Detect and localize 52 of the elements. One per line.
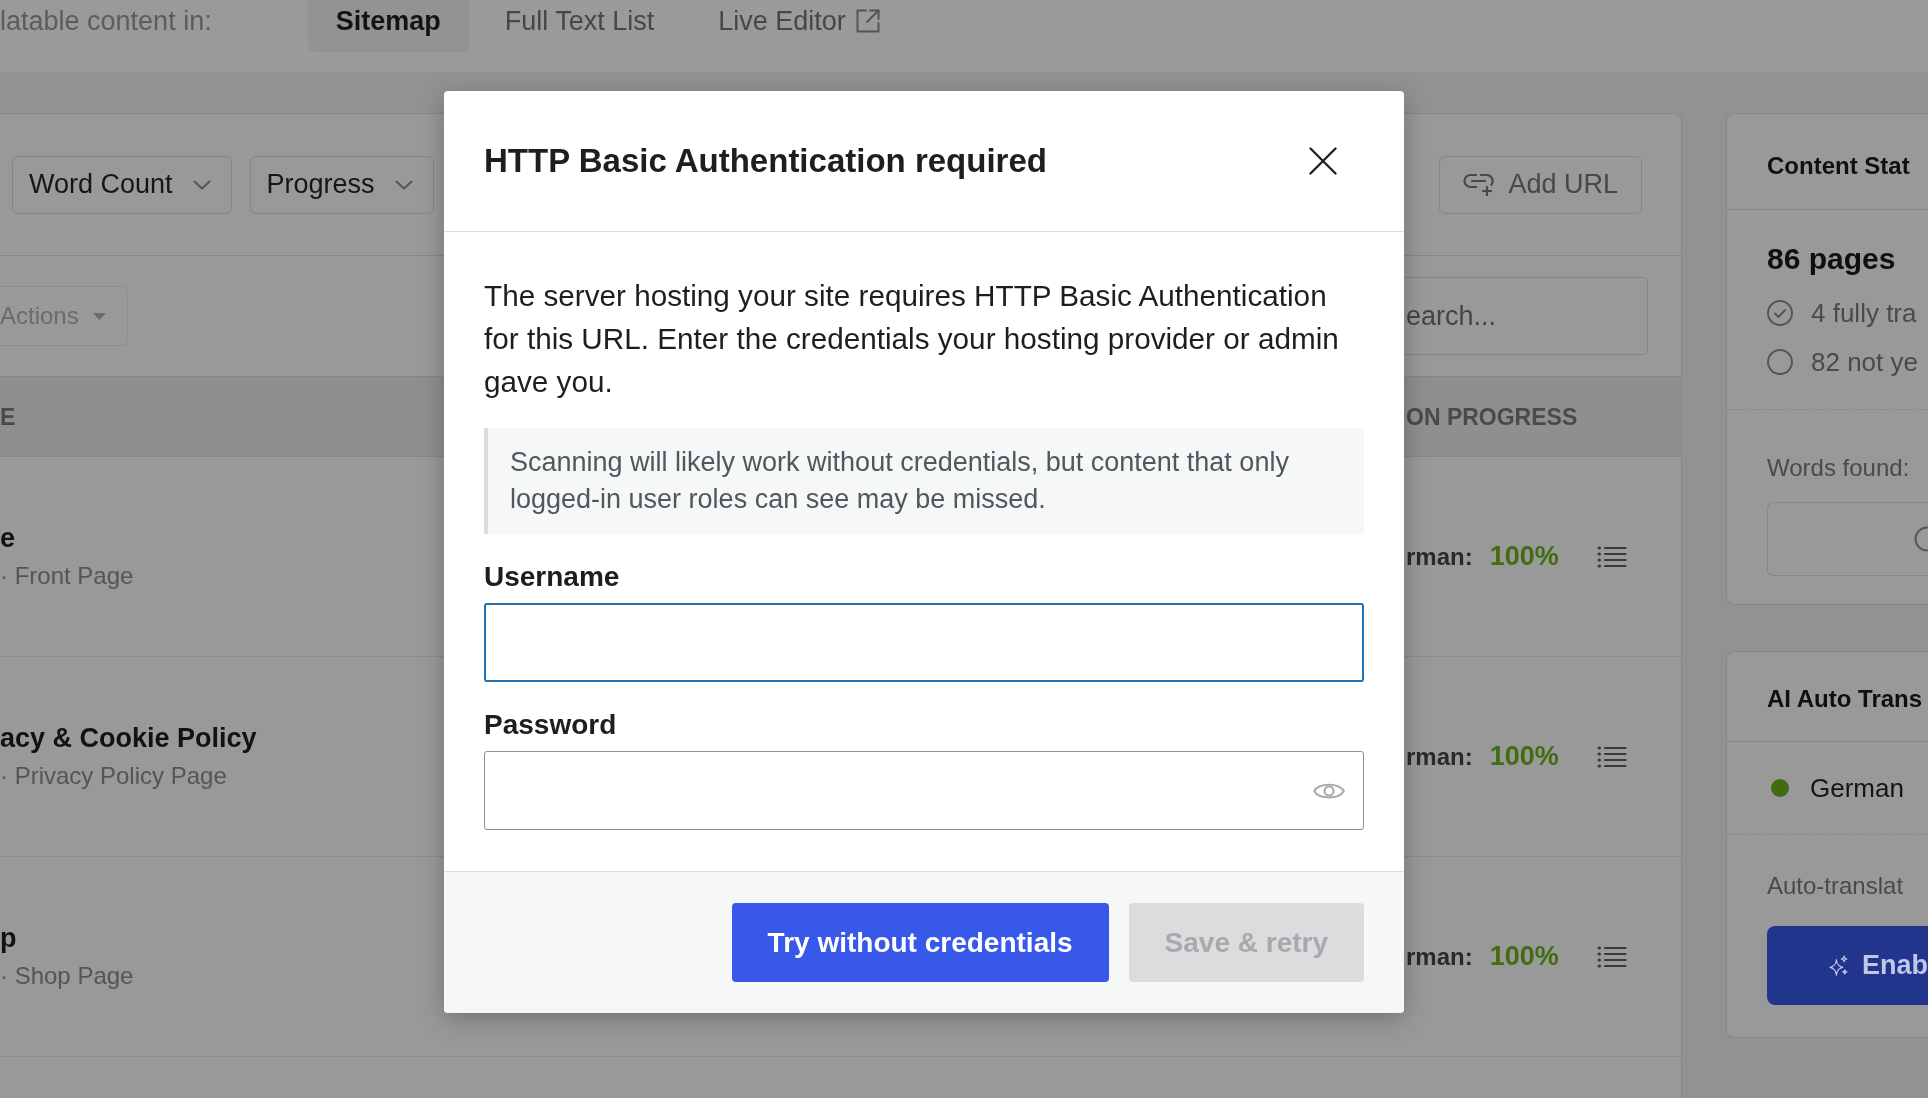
progress-value: 100% bbox=[1489, 541, 1559, 572]
arc-icon bbox=[1914, 526, 1928, 552]
dialog-title: HTTP Basic Authentication required bbox=[484, 141, 1047, 181]
stat-text: 82 not ye bbox=[1811, 346, 1918, 378]
language-label: rman: bbox=[1406, 942, 1473, 971]
password-field[interactable] bbox=[484, 751, 1364, 830]
column-header: ON PROGRESS bbox=[1406, 402, 1578, 432]
auto-translate-label: Auto-translat bbox=[1767, 871, 1905, 901]
field-label: Password bbox=[484, 708, 618, 742]
circle-icon bbox=[1767, 349, 1793, 375]
progress-value: 100% bbox=[1489, 741, 1559, 772]
stat-text: 4 fully tra bbox=[1811, 297, 1917, 329]
page-total: 86 pages bbox=[1767, 241, 1897, 277]
top-bar-label: latable content in: bbox=[0, 5, 212, 38]
caret-down-icon bbox=[92, 312, 106, 320]
language-name: German bbox=[1810, 772, 1904, 804]
filter-dropdown[interactable]: Word Count bbox=[12, 155, 232, 214]
search-field[interactable]: earch... bbox=[1404, 277, 1648, 355]
view-tab[interactable]: Full Text List bbox=[476, 0, 683, 52]
card-title: Content Stat bbox=[1767, 150, 1910, 181]
list-icon[interactable] bbox=[1597, 545, 1627, 568]
page-title: e bbox=[0, 521, 17, 555]
field-label: Username bbox=[484, 560, 621, 594]
words-label: Words found: bbox=[1767, 453, 1911, 483]
check-circle-icon bbox=[1767, 300, 1793, 326]
page-type: · Privacy Policy Page bbox=[0, 760, 228, 791]
page-type: · Front Page bbox=[0, 560, 135, 591]
link-plus-icon bbox=[1463, 173, 1495, 196]
close-icon bbox=[1309, 147, 1337, 175]
text-field[interactable] bbox=[484, 603, 1364, 682]
progress-value: 100% bbox=[1489, 941, 1559, 972]
view-tab[interactable]: Live Editor bbox=[690, 0, 908, 52]
page-type: · Shop Page bbox=[0, 960, 135, 991]
add-url-button[interactable]: Add URL bbox=[1439, 155, 1642, 214]
list-icon[interactable] bbox=[1597, 745, 1627, 768]
chevron-down-icon bbox=[192, 179, 211, 190]
language-label: rman: bbox=[1406, 542, 1473, 571]
page-title: acy & Cookie Policy bbox=[0, 721, 258, 755]
language-label: rman: bbox=[1406, 742, 1473, 771]
view-tab[interactable]: Sitemap bbox=[307, 0, 469, 52]
dialog-message: The server hosting your site requires HTTP Basic Authentication for this URL. Enter the credentials your hosting provider or admin gave you. bbox=[484, 278, 1340, 400]
chevron-down-icon bbox=[394, 179, 413, 190]
info-note: Scanning will likely work without credentials, but content that only logged-in user roles can see may be missed. bbox=[484, 428, 1364, 534]
card-title: AI Auto Trans bbox=[1767, 683, 1923, 714]
external-link-icon bbox=[855, 9, 880, 33]
enable-button[interactable]: Enab bbox=[1767, 926, 1928, 1005]
filter-dropdown[interactable]: Progress bbox=[249, 155, 434, 214]
list-icon[interactable] bbox=[1597, 945, 1627, 968]
primary-button[interactable]: Try without credentials bbox=[731, 903, 1109, 982]
column-header: E bbox=[0, 402, 17, 432]
close-button[interactable] bbox=[1309, 147, 1337, 175]
page-title: p bbox=[0, 921, 18, 955]
